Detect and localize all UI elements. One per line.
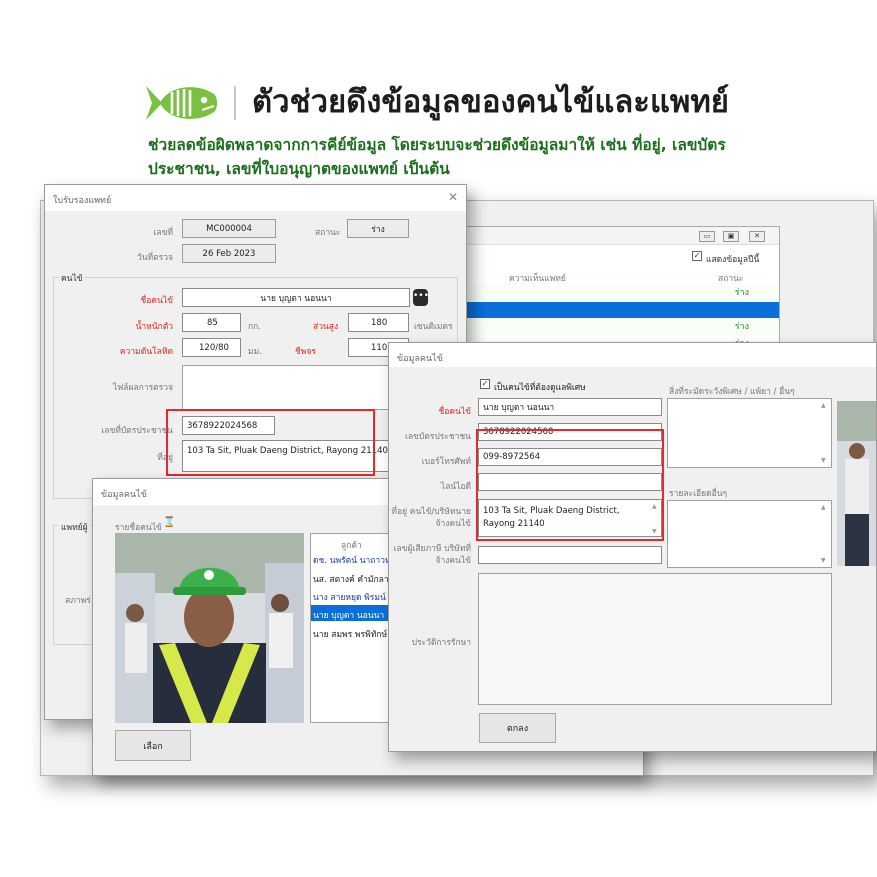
certificate-list-window: ▭ ▣ ✕ ✓ แสดงข้อมูลปีนี้ ความเห็นแพทย์ สถ… bbox=[455, 226, 780, 349]
select-button[interactable]: เลือก bbox=[115, 730, 191, 761]
table-row[interactable]: ร่าง bbox=[456, 285, 779, 301]
patient-name-label: ชื่อคนไข้ bbox=[140, 296, 173, 306]
patient-photo bbox=[115, 533, 304, 723]
phone-label: เบอร์โทรศัพท์ bbox=[421, 457, 471, 467]
show-today-label: แสดงข้อมูลปีนี้ bbox=[706, 255, 760, 265]
col-status-header: สถานะ bbox=[718, 274, 744, 284]
browse-patient-button[interactable]: ••• bbox=[413, 289, 429, 306]
weight-unit: กก. bbox=[248, 322, 261, 332]
show-today-checkbox[interactable]: ✓ bbox=[692, 251, 702, 261]
customer-list-label: รายชื่อคนไข้ bbox=[115, 523, 162, 533]
address-label: ที่อยู่ bbox=[157, 453, 173, 463]
scroll-down-icon[interactable]: ▼ bbox=[821, 457, 826, 464]
col-opinion-header: ความเห็นแพทย์ bbox=[509, 274, 566, 284]
hourglass-icon: ⌛ bbox=[163, 517, 176, 528]
patient-address-label: ที่อยู่ คนไข้/บริษัทนาย จ้างคนไข้ bbox=[391, 507, 471, 529]
date-field[interactable]: 26 Feb 2023 bbox=[182, 244, 276, 263]
minimize-button[interactable]: ▭ bbox=[699, 231, 715, 242]
doctor-window-title: ใบรับรองแพทย์ bbox=[45, 185, 466, 211]
bp-field[interactable]: 120/80 bbox=[182, 338, 241, 357]
special-care-label: เป็นคนไข้ที่ต้องดูแลพิเศษ bbox=[494, 383, 586, 393]
height-unit: เซนติเมตร bbox=[414, 322, 453, 332]
page-title: ตัวช่วยดึงข้อมูลของคนไข้และแพทย์ bbox=[252, 84, 729, 120]
tax-id-field[interactable] bbox=[478, 546, 662, 564]
bp-label: ความดันโลหิต bbox=[119, 347, 173, 357]
idcard-label: เลขบัตรประชาชน bbox=[404, 432, 471, 442]
status-field[interactable]: ร่าง bbox=[347, 219, 409, 238]
date-label: วันที่ตรวจ bbox=[136, 253, 173, 263]
list-item[interactable]: นาย สมพร พรพิทักษ์ bbox=[313, 627, 387, 641]
other-detail-field[interactable] bbox=[667, 500, 832, 568]
patient-name-label: ชื่อคนไข้ bbox=[438, 407, 471, 417]
special-note-label: สิ่งที่ระมัดระวังพิเศษ / แพ้ยา / อื่นๆ bbox=[669, 387, 795, 397]
history-field[interactable] bbox=[478, 573, 832, 705]
special-care-checkbox[interactable]: ✓ bbox=[480, 379, 490, 389]
header-divider bbox=[234, 86, 236, 120]
weight-field[interactable]: 85 bbox=[182, 313, 241, 332]
idcard-label: เลขที่บัตรประชาชน bbox=[101, 426, 173, 436]
weight-label: น้ำหนักตัว bbox=[135, 322, 173, 332]
number-field[interactable]: MC000004 bbox=[182, 219, 276, 238]
number-label: เลขที่ bbox=[153, 228, 173, 238]
line-id-label: ไลน์ไอดี bbox=[440, 482, 471, 492]
ok-button[interactable]: ตกลง bbox=[479, 713, 556, 743]
customer-column-header: ลูกค้า bbox=[341, 541, 362, 551]
pulse-label: ชีพจร bbox=[295, 347, 316, 357]
doctor-section-label: แพทย์ผู้ bbox=[59, 520, 90, 534]
patient-name-field[interactable]: นาย บุญตา นอนนา bbox=[182, 288, 410, 307]
patient-name-field[interactable]: นาย บุญตา นอนนา bbox=[478, 398, 662, 416]
page-subtitle: ช่วยลดข้อผิดพลาดจากการคีย์ข้อมูล โดยระบบ… bbox=[148, 136, 726, 178]
fish-logo-icon bbox=[146, 86, 217, 120]
scroll-up-icon[interactable]: ▲ bbox=[821, 402, 826, 409]
patient-info-window: ข้อมูลคนไข้ ✓ เป็นคนไข้ที่ต้องดูแลพิเศษ … bbox=[388, 342, 877, 752]
history-label: ประวัติการรักษา bbox=[411, 638, 471, 648]
list-item[interactable]: นาง สายหยุด พิรมน์ bbox=[313, 590, 386, 604]
highlight-box bbox=[476, 429, 664, 541]
result-file-label: ไฟล์ผลการตรวจ bbox=[112, 383, 173, 393]
result-file-box[interactable] bbox=[182, 365, 410, 410]
patient-photo-thumb bbox=[837, 401, 876, 566]
patient-section-label: คนไข้ bbox=[59, 271, 85, 285]
other-detail-label: รายละเอียดอื่นๆ bbox=[669, 489, 728, 499]
close-button[interactable]: ✕ bbox=[749, 231, 765, 242]
table-row[interactable]: ร่าง bbox=[456, 319, 779, 335]
list-item[interactable]: นส. สตางค์ คำมักลา bbox=[313, 572, 389, 586]
special-note-field[interactable] bbox=[667, 398, 832, 468]
patient-window-title: ข้อมูลคนไข้ bbox=[389, 343, 876, 367]
table-row-selected[interactable] bbox=[456, 302, 779, 318]
highlight-box bbox=[166, 409, 375, 476]
tax-id-label: เลขผู้เสียภาษี บริษัทที่จ้างคนไข้ bbox=[393, 544, 471, 566]
status-label: สถานะ bbox=[315, 228, 341, 238]
list-item-selected[interactable]: นาย บุญตา นอนนา bbox=[313, 608, 384, 622]
close-icon[interactable]: ✕ bbox=[448, 190, 458, 204]
bp-unit: มม. bbox=[248, 347, 262, 357]
list-item[interactable]: ดช. นพรัตน์ นาถาวห bbox=[313, 553, 391, 567]
condition-label: สภาพร่ bbox=[65, 596, 91, 606]
height-label: ส่วนสูง bbox=[313, 322, 339, 332]
height-field[interactable]: 180 bbox=[348, 313, 409, 332]
maximize-button[interactable]: ▣ bbox=[723, 231, 739, 242]
scroll-down-icon[interactable]: ▼ bbox=[821, 557, 826, 564]
scroll-up-icon[interactable]: ▲ bbox=[821, 504, 826, 511]
